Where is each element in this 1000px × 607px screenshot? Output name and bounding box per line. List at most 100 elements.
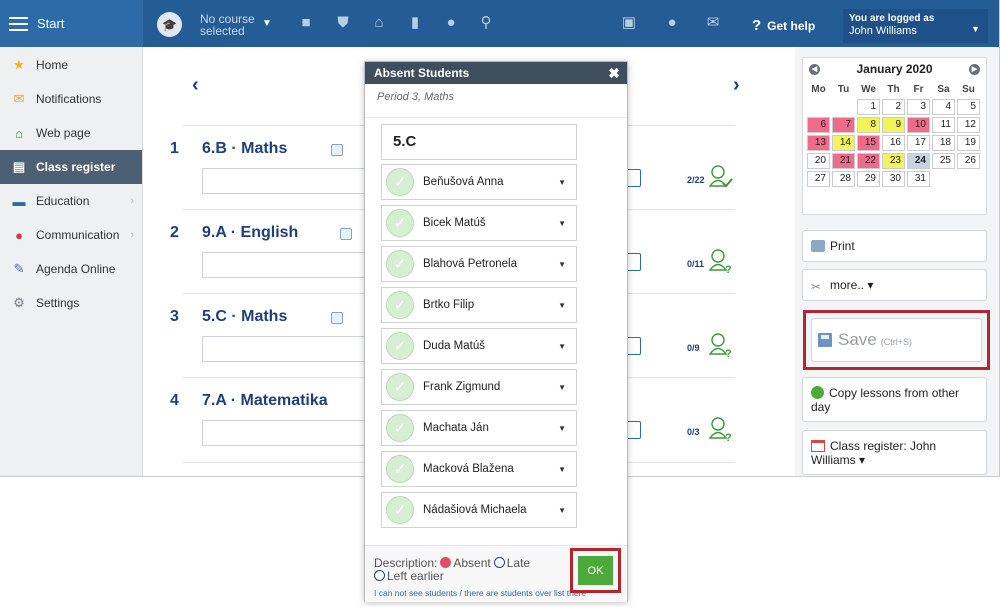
attendance-icon[interactable] (709, 164, 733, 190)
student-row[interactable]: ✓ Macková Blažena ▼ (381, 451, 577, 487)
prev-day-arrow[interactable]: ‹ (192, 74, 199, 97)
sidebar-item-communication[interactable]: ● Communication › (0, 218, 142, 252)
calendar-day[interactable]: 17 (907, 135, 930, 151)
calendar-day[interactable]: 3 (907, 99, 930, 115)
lesson-title[interactable]: 9.A · English (202, 224, 298, 242)
calendar-day[interactable]: 4 (932, 99, 955, 115)
calendar-day[interactable]: 26 (957, 153, 980, 169)
user-menu[interactable]: You are logged as John Williams ▼ (843, 9, 988, 43)
calendar-day[interactable]: 8 (857, 117, 880, 133)
check-icon[interactable]: ✓ (386, 291, 414, 319)
calendar-day[interactable]: 23 (882, 153, 905, 169)
calendar-day[interactable]: 28 (832, 171, 855, 187)
ok-button[interactable]: OK (578, 556, 613, 585)
calendar-day[interactable]: 27 (807, 171, 830, 187)
student-row[interactable]: ✓ Nádašiová Michaela ▼ (381, 492, 577, 528)
attendance-icon[interactable]: ? (709, 248, 733, 274)
briefcase-icon[interactable]: ■ (296, 13, 316, 33)
calendar-day[interactable]: 25 (932, 153, 955, 169)
sidebar-item-notifications[interactable]: ✉ Notifications (0, 82, 142, 116)
next-day-arrow[interactable]: › (733, 74, 740, 97)
student-row[interactable]: ✓ Bicek Matúš ▼ (381, 205, 577, 241)
calendar-day[interactable]: 20 (807, 153, 830, 169)
calendar-day[interactable]: 7 (832, 117, 855, 133)
chevron-down-icon[interactable]: ▼ (262, 18, 272, 29)
chevron-down-icon[interactable]: ▼ (558, 465, 566, 474)
copy-lessons-button[interactable]: Copy lessons from other day (802, 377, 987, 422)
calendar-day[interactable]: 31 (907, 171, 930, 187)
copy-icon[interactable] (331, 144, 343, 156)
student-row[interactable]: ✓ Frank Zigmund ▼ (381, 369, 577, 405)
globe-icon[interactable]: ● (441, 13, 461, 33)
mail-icon[interactable]: ✉ (703, 13, 723, 33)
calendar-day[interactable]: 22 (857, 153, 880, 169)
chevron-down-icon[interactable]: ▼ (558, 342, 566, 351)
lesson-title[interactable]: 6.B · Maths (202, 140, 287, 158)
calendar-day[interactable]: 5 (957, 99, 980, 115)
calendar-day[interactable]: 12 (957, 117, 980, 133)
get-help-button[interactable]: ? Get help (752, 17, 815, 34)
calendar-day[interactable]: 21 (832, 153, 855, 169)
calendar-day[interactable]: 15 (857, 135, 880, 151)
check-icon[interactable]: ✓ (386, 332, 414, 360)
check-icon[interactable]: ✓ (386, 373, 414, 401)
attendance-icon[interactable]: ? (709, 416, 733, 442)
check-icon[interactable]: ✓ (386, 455, 414, 483)
walking-people-icon[interactable]: ⚲ (476, 13, 496, 33)
calendar-day[interactable]: 1 (857, 99, 880, 115)
sidebar-item-education[interactable]: ▬ Education › (0, 184, 142, 218)
sidebar-item-settings[interactable]: ⚙ Settings (0, 286, 142, 320)
screen-icon[interactable]: ▣ (619, 13, 639, 33)
attendance-icon[interactable]: ? (709, 332, 733, 358)
calendar-day[interactable]: 29 (857, 171, 880, 187)
save-button[interactable]: Save (Ctrl+S) (811, 318, 982, 362)
cant-see-students-link[interactable]: I can not see students / there are stude… (374, 588, 586, 598)
check-icon[interactable]: ✓ (386, 250, 414, 278)
chevron-down-icon[interactable]: ▼ (558, 219, 566, 228)
calendar-day[interactable]: 13 (807, 135, 830, 151)
calendar-day[interactable]: 18 (932, 135, 955, 151)
print-button[interactable]: Print (802, 230, 987, 262)
student-row[interactable]: ✓ Beňušová Anna ▼ (381, 164, 577, 200)
chart-icon[interactable]: ▮ (405, 13, 425, 33)
calendar-prev-icon[interactable]: ◀ (809, 63, 820, 75)
class-register-button[interactable]: Class register: John Williams ▾ (802, 430, 987, 475)
student-row[interactable]: ✓ Duda Matúš ▼ (381, 328, 577, 364)
close-icon[interactable]: ✖ (608, 65, 620, 82)
check-icon[interactable]: ✓ (386, 209, 414, 237)
chevron-down-icon[interactable]: ▼ (558, 383, 566, 392)
copy-icon[interactable] (331, 312, 343, 324)
check-icon[interactable]: ✓ (386, 414, 414, 442)
sidebar-item-agenda-online[interactable]: ✎ Agenda Online (0, 252, 142, 286)
more-button[interactable]: ✂ more.. ▾ (802, 269, 987, 301)
calendar-day[interactable]: 30 (882, 171, 905, 187)
chevron-down-icon[interactable]: ▼ (558, 178, 566, 187)
calendar-day[interactable]: 9 (882, 117, 905, 133)
student-row[interactable]: ✓ Machata Ján ▼ (381, 410, 577, 446)
calendar-day[interactable]: 10 (907, 117, 930, 133)
calendar-day[interactable]: 19 (957, 135, 980, 151)
calendar-day[interactable]: 16 (882, 135, 905, 151)
shield-icon[interactable]: ⛊ (333, 13, 353, 33)
course-selector[interactable]: No course selected (200, 13, 262, 37)
chevron-down-icon[interactable]: ▼ (558, 424, 566, 433)
chevron-down-icon[interactable]: ▼ (558, 506, 566, 515)
lesson-title[interactable]: 7.A · Matematika (202, 392, 328, 410)
sidebar-item-web-page[interactable]: ⌂ Web page (0, 116, 142, 150)
sidebar-item-class-register[interactable]: ▤ Class register (0, 150, 142, 184)
chevron-down-icon[interactable]: ▼ (558, 301, 566, 310)
calendar-day[interactable]: 2 (882, 99, 905, 115)
calendar-day[interactable]: 14 (832, 135, 855, 151)
institution-icon[interactable]: ⌂ (369, 13, 389, 33)
calendar-day[interactable]: 6 (807, 117, 830, 133)
lesson-title[interactable]: 5.C · Maths (202, 308, 287, 326)
chat-icon[interactable]: ● (662, 13, 682, 33)
calendar-next-icon[interactable]: ▶ (969, 63, 980, 75)
start-menu-button[interactable]: Start (0, 0, 143, 47)
check-icon[interactable]: ✓ (386, 168, 414, 196)
chevron-down-icon[interactable]: ▼ (558, 260, 566, 269)
sidebar-item-home[interactable]: ★ Home (0, 48, 142, 82)
check-icon[interactable]: ✓ (386, 496, 414, 524)
student-row[interactable]: ✓ Blahová Petronela ▼ (381, 246, 577, 282)
calendar-day[interactable]: 11 (932, 117, 955, 133)
